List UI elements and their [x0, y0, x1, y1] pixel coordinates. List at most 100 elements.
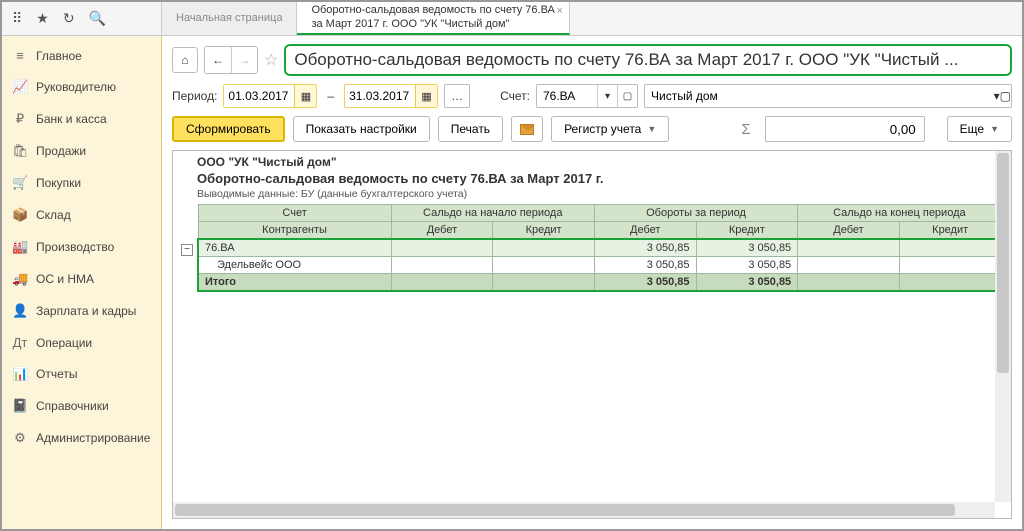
sidebar-item-label: Справочники	[36, 399, 109, 413]
favorite-icon[interactable]: ★	[36, 10, 49, 27]
col-account: Счет	[198, 205, 391, 222]
open-icon[interactable]: ▢	[1000, 89, 1011, 103]
collapse-icon[interactable]: −	[181, 244, 193, 256]
sidebar-item-label: Производство	[36, 240, 114, 254]
sidebar-item-manager[interactable]: 📈Руководителю	[2, 71, 161, 103]
apps-icon[interactable]: ⠿	[12, 10, 22, 27]
date-from[interactable]: ▦	[223, 84, 317, 108]
sidebar-item-label: Продажи	[36, 144, 86, 158]
col-credit: Кредит	[899, 222, 995, 240]
row-debit-turn: 3 050,85	[594, 257, 696, 274]
calendar-icon[interactable]: ▦	[294, 85, 316, 107]
sidebar-item-payroll[interactable]: 👤Зарплата и кадры	[2, 295, 161, 327]
account-input[interactable]	[537, 87, 597, 105]
organization-input[interactable]	[645, 87, 994, 105]
table-row[interactable]: −76.ВА 3 050,85 3 050,85	[198, 239, 995, 257]
dropdown-icon[interactable]: ▾	[597, 85, 617, 107]
gear-icon: ⚙	[12, 430, 28, 446]
total-credit-turn: 3 050,85	[696, 274, 798, 292]
sidebar-item-label: Главное	[36, 49, 82, 63]
sidebar-item-label: Отчеты	[36, 367, 77, 381]
open-icon[interactable]: ▢	[617, 85, 637, 107]
sidebar-item-purchases[interactable]: 🛒Покупки	[2, 167, 161, 199]
sidebar-item-reports[interactable]: 📊 Отчеты	[2, 358, 161, 390]
mail-button[interactable]	[511, 116, 543, 142]
balance-table: Счет Сальдо на начало периода Обороты за…	[197, 204, 995, 292]
date-to-input[interactable]	[345, 87, 415, 105]
sidebar-item-production[interactable]: 🏭 Производство	[2, 231, 161, 263]
col-turnover: Обороты за период	[594, 205, 797, 222]
sidebar-item-label: Покупки	[36, 176, 81, 190]
col-saldo-begin: Сальдо на начало периода	[391, 205, 594, 222]
table-total-row: Итого 3 050,85 3 050,85	[198, 274, 995, 292]
forward-button[interactable]: →	[231, 47, 257, 73]
home-button[interactable]: ⌂	[172, 47, 198, 73]
sidebar-item-assets[interactable]: 🚚ОС и НМА	[2, 263, 161, 295]
report-org: ООО "УК "Чистый дом"	[197, 155, 985, 169]
print-button[interactable]: Печать	[438, 116, 503, 142]
close-icon[interactable]: ×	[556, 5, 562, 18]
chevron-down-icon: ▼	[647, 124, 656, 134]
period-picker-button[interactable]: …	[444, 84, 470, 108]
barchart-icon: 📊	[12, 366, 28, 382]
tab-label-line1: Оборотно-сальдовая ведомость по счету 76…	[311, 4, 554, 17]
search-icon[interactable]: 🔍	[89, 10, 106, 27]
sum-icon: Σ	[735, 121, 756, 138]
book-icon: 📓	[12, 398, 28, 414]
calendar-icon[interactable]: ▦	[415, 85, 437, 107]
show-settings-button[interactable]: Показать настройки	[293, 116, 430, 142]
col-saldo-end: Сальдо на конец периода	[798, 205, 995, 222]
person-icon: 👤	[12, 303, 28, 319]
sidebar-item-label: Администрирование	[36, 431, 150, 445]
page-title: Оборотно-сальдовая ведомость по счету 76…	[284, 44, 1012, 76]
report-title: Оборотно-сальдовая ведомость по счету 76…	[197, 171, 985, 186]
back-button[interactable]: ←	[205, 47, 231, 73]
bag-icon: 🛍	[12, 143, 28, 159]
register-button[interactable]: Регистр учета ▼	[551, 116, 669, 142]
scrollbar-thumb[interactable]	[997, 153, 1009, 373]
more-label: Еще	[960, 122, 984, 136]
sidebar-item-main[interactable]: ≡ Главное	[2, 40, 161, 71]
row-name: Эдельвейс ООО	[198, 257, 391, 274]
sidebar-item-dictionaries[interactable]: 📓 Справочники	[2, 390, 161, 422]
row-name: 76.ВА	[205, 242, 235, 254]
col-credit: Кредит	[493, 222, 595, 240]
col-credit: Кредит	[696, 222, 798, 240]
total-label: Итого	[198, 274, 391, 292]
debit-credit-icon: Дт	[12, 335, 28, 350]
date-from-input[interactable]	[224, 87, 294, 105]
date-to[interactable]: ▦	[344, 84, 438, 108]
sidebar-item-bank[interactable]: ₽Банк и касса	[2, 103, 161, 135]
horizontal-scrollbar[interactable]	[173, 502, 995, 518]
favorite-toggle[interactable]: ☆	[264, 50, 278, 70]
col-debit: Дебет	[798, 222, 900, 240]
tab-home[interactable]: Начальная страница	[162, 2, 297, 35]
history-icon[interactable]: ↻	[63, 10, 75, 27]
vertical-scrollbar[interactable]	[995, 151, 1011, 502]
account-label: Счет:	[500, 89, 530, 103]
sidebar-item-operations[interactable]: ДтОперации	[2, 327, 161, 358]
more-button[interactable]: Еще ▼	[947, 116, 1012, 142]
factory-icon: 🏭	[12, 239, 28, 255]
organization-field[interactable]: ▾ ▢	[644, 84, 1012, 108]
period-label: Период:	[172, 89, 217, 103]
scrollbar-thumb[interactable]	[175, 504, 955, 516]
chevron-down-icon: ▼	[990, 124, 999, 134]
form-button[interactable]: Сформировать	[172, 116, 285, 142]
account-field[interactable]: ▾ ▢	[536, 84, 638, 108]
sidebar-item-sales[interactable]: 🛍 Продажи	[2, 135, 161, 167]
register-label: Регистр учета	[564, 122, 641, 136]
chart-icon: 📈	[12, 79, 28, 95]
report-subtitle: Выводимые данные: БУ (данные бухгалтерск…	[197, 188, 985, 200]
sidebar: ≡ Главное 📈Руководителю ₽Банк и касса 🛍 Пр…	[2, 36, 162, 529]
row-debit-turn: 3 050,85	[594, 239, 696, 257]
table-row[interactable]: Эдельвейс ООО 3 050,85 3 050,85	[198, 257, 995, 274]
col-contragents: Контрагенты	[198, 222, 391, 240]
tab-report[interactable]: Оборотно-сальдовая ведомость по счету 76…	[297, 2, 569, 35]
sidebar-item-label: Банк и касса	[36, 112, 107, 126]
sidebar-item-warehouse[interactable]: 📦Склад	[2, 199, 161, 231]
row-credit-turn: 3 050,85	[696, 257, 798, 274]
menu-icon: ≡	[12, 48, 28, 63]
sum-field[interactable]	[765, 116, 925, 142]
sidebar-item-admin[interactable]: ⚙ Администрирование	[2, 422, 161, 454]
